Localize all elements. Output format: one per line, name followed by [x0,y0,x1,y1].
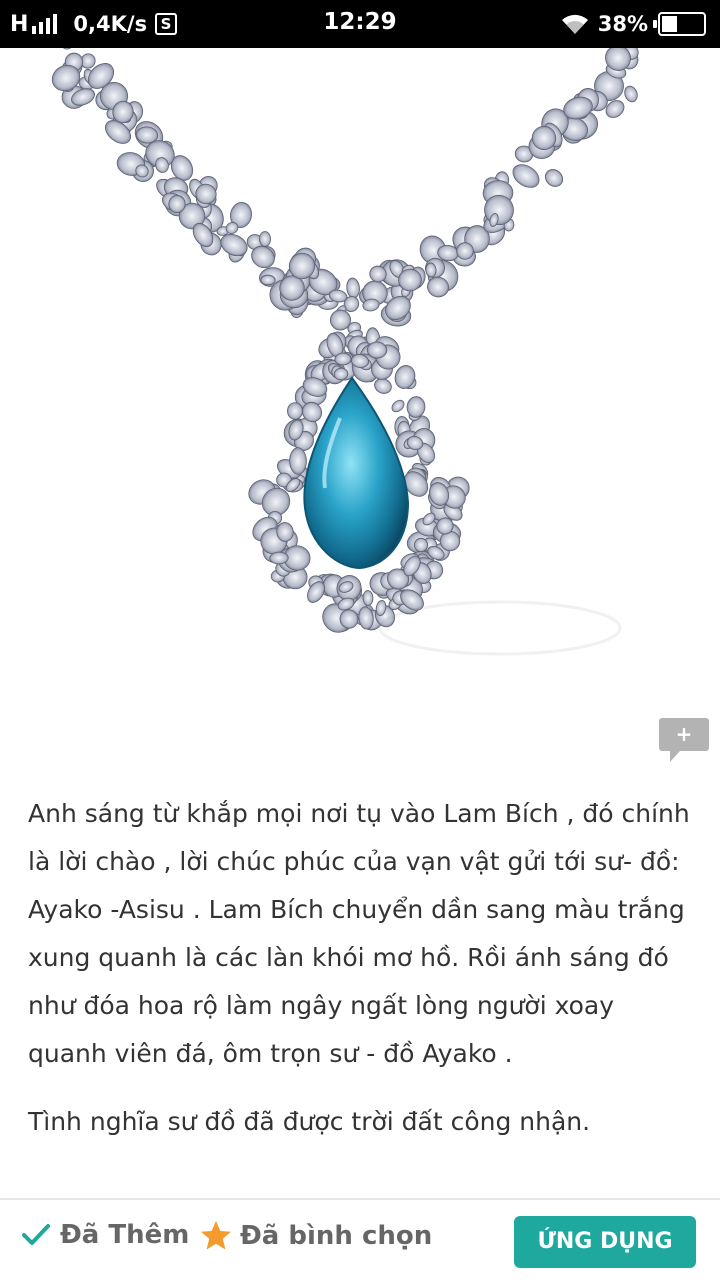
status-right: 38% [560,9,706,39]
wifi-icon [561,14,588,34]
watermark-logo [378,600,622,656]
checkmark-icon [22,1224,50,1245]
article-image [0,48,720,670]
article-paragraph: Tình nghĩa sư đồ đã được trời đất công n… [28,1107,591,1136]
comment-plus: + [676,722,693,746]
gem-necklace-image [51,48,639,656]
bottom-action-bar: Đã Thêm Đã bình chọn ỨNG DỤNG MỞ [0,1198,720,1280]
necklace-chain [51,48,639,353]
added-to-library-button[interactable]: Đã Thêm [22,1220,189,1250]
battery-level [662,16,677,32]
voted-label: Đã bình chọn [240,1221,433,1251]
open-app-button[interactable]: ỨNG DỤNG MỞ [514,1216,696,1268]
voted-button[interactable]: Đã bình chọn [200,1220,432,1252]
battery-percent: 38% [597,12,648,36]
added-label: Đã Thêm [60,1220,190,1250]
article-body: Anh sáng từ khắp mọi nơi tụ vào Lam Bích… [28,790,696,1146]
battery-icon [653,12,706,36]
add-comment-button[interactable]: + [658,716,710,766]
status-bar: H 0,4K/s S 12:29 38% [0,0,720,48]
star-icon [201,1221,231,1250]
comment-add-icon: + [659,718,709,762]
article-paragraph: Anh sáng từ khắp mọi nơi tụ vào Lam Bích… [28,799,690,1068]
